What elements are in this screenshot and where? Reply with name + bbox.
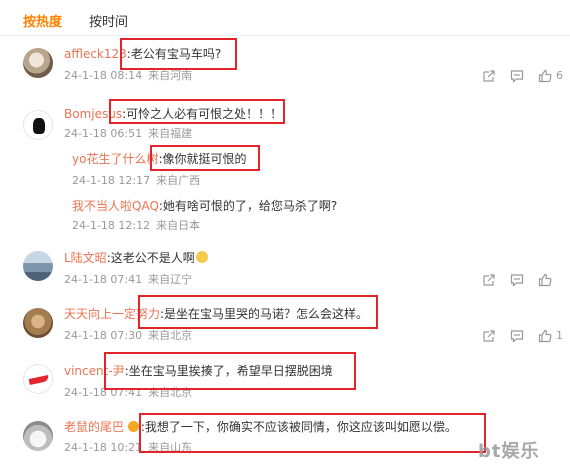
reply-username[interactable]: yo花生了什么树 [72, 152, 158, 166]
comment-location: 来自河南 [148, 69, 193, 82]
comment-text: :这老公不是人啊 [106, 251, 195, 265]
comment-text: :老公有宝马车吗? [126, 47, 222, 61]
comment-line: L陆文昭:这老公不是人啊 [64, 250, 208, 266]
reply-text: :她有啥可恨的了，给您马杀了啊? [158, 199, 338, 213]
comment-meta: 24-1-18 08:14 来自河南 [64, 69, 192, 83]
reply-line: 我不当人啦QAQ:她有啥可恨的了，给您马杀了啊? [72, 198, 337, 214]
comment-text: :可怜之人必有可恨之处！！！ [122, 107, 283, 121]
tabs-divider [0, 35, 570, 36]
reply-username[interactable]: 我不当人啦QAQ [72, 199, 159, 213]
comment-meta: 24-1-18 06:51 来自福建 [64, 127, 192, 141]
comment-username[interactable]: 天天向上一定努力 [64, 307, 160, 321]
comment-date: 24-1-18 07:41 [64, 386, 143, 399]
comment-username[interactable]: vincent-尹 [64, 364, 125, 378]
tab-sort-by-time[interactable]: 按时间 [89, 14, 128, 32]
comment-text: :坐在宝马里挨揍了，希望早日摆脱困境 [124, 364, 333, 378]
comment-text: :我想了一下，你确实不应该被同情，你这应该叫如愿以偿。 [140, 420, 457, 434]
comment-username[interactable]: affleck123 [64, 47, 127, 61]
crown-icon [127, 421, 139, 432]
reply-line: yo花生了什么树:像你就挺可恨的 [72, 151, 247, 167]
like-count: 1 [556, 329, 563, 342]
comment-date: 24-1-18 06:51 [64, 127, 143, 140]
comment-location: 来自北京 [148, 329, 193, 342]
like-icon[interactable] [538, 69, 552, 83]
comment-location: 来自辽宁 [148, 273, 193, 286]
comment-line: 天天向上一定努力:是坐在宝马里哭的马诺？怎么会这样。 [64, 306, 368, 322]
comment-line: 老鼠的尾巴 :我想了一下，你确实不应该被同情，你这应该叫如愿以偿。 [64, 419, 457, 435]
comment-actions [482, 273, 570, 289]
emoji-icon [195, 251, 208, 263]
reply-location: 来自日本 [156, 219, 201, 232]
share-icon[interactable] [482, 273, 496, 287]
avatar[interactable] [23, 364, 53, 394]
comment-meta: 24-1-18 10:21 来自山东 [64, 441, 192, 455]
comment-actions: 6 [482, 69, 570, 85]
like-count: 6 [556, 69, 563, 82]
comment-text: :是坐在宝马里哭的马诺？怎么会这样。 [160, 307, 369, 321]
reply-location: 来自广西 [156, 174, 201, 187]
comment-username[interactable]: L陆文昭 [64, 251, 107, 265]
reply-date: 24-1-18 12:17 [72, 174, 151, 187]
comment-date: 24-1-18 10:21 [64, 441, 143, 454]
watermark: bt娱乐 [478, 441, 540, 462]
comment-meta: 24-1-18 07:41 来自北京 [64, 386, 192, 400]
comment-meta: 24-1-18 07:30 来自北京 [64, 329, 192, 343]
avatar[interactable] [23, 48, 53, 78]
like-icon[interactable] [538, 273, 552, 287]
comment-username[interactable]: Bomjesus [64, 107, 122, 121]
avatar[interactable] [23, 308, 53, 338]
comment-icon[interactable] [510, 329, 524, 343]
comment-location: 来自北京 [148, 386, 193, 399]
comment-line: Bomjesus:可怜之人必有可恨之处！！！ [64, 106, 282, 122]
reply-date: 24-1-18 12:12 [72, 219, 151, 232]
comment-icon[interactable] [510, 273, 524, 287]
like-icon[interactable] [538, 329, 552, 343]
avatar[interactable] [23, 251, 53, 281]
comment-username[interactable]: 老鼠的尾巴 [64, 420, 124, 434]
comment-icon[interactable] [510, 69, 524, 83]
comment-location: 来自山东 [148, 441, 193, 454]
comment-date: 24-1-18 07:30 [64, 329, 143, 342]
comment-line: vincent-尹:坐在宝马里挨揍了，希望早日摆脱困境 [64, 363, 333, 379]
tab-sort-by-hot[interactable]: 按热度 [23, 14, 62, 32]
reply-meta: 24-1-18 12:12 来自日本 [72, 219, 200, 233]
share-icon[interactable] [482, 69, 496, 83]
sort-tabs: 按热度 按时间 [0, 0, 570, 36]
comment-date: 24-1-18 07:41 [64, 273, 143, 286]
avatar[interactable] [23, 421, 53, 451]
reply-meta: 24-1-18 12:17 来自广西 [72, 174, 200, 188]
comment-location: 来自福建 [148, 127, 193, 140]
comment-date: 24-1-18 08:14 [64, 69, 143, 82]
share-icon[interactable] [482, 329, 496, 343]
comment-meta: 24-1-18 07:41 来自辽宁 [64, 273, 192, 287]
comment-line: affleck123:老公有宝马车吗? [64, 46, 221, 62]
comment-actions: 1 [482, 329, 570, 345]
avatar[interactable] [23, 110, 53, 140]
reply-text: :像你就挺可恨的 [158, 152, 247, 166]
